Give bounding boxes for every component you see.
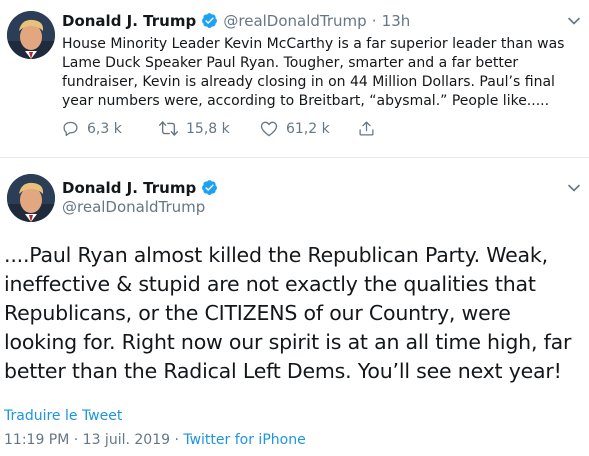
- like-button[interactable]: 61,2 k: [260, 120, 330, 137]
- retweet-button[interactable]: 15,8 k: [159, 120, 230, 137]
- like-count: 61,2 k: [286, 120, 330, 137]
- tweet-text: ....Paul Ryan almost killed the Republic…: [4, 243, 572, 383]
- author-handle[interactable]: @realDonaldTrump: [62, 198, 205, 216]
- share-icon: [359, 121, 374, 136]
- author-name[interactable]: Donald J. Trump: [62, 12, 196, 30]
- divider: [0, 157, 589, 158]
- tweet-time[interactable]: 13h: [382, 12, 411, 30]
- author-handle[interactable]: @realDonaldTrump: [223, 12, 366, 30]
- avatar[interactable]: [7, 11, 55, 59]
- reply-count: 6,3 k: [87, 120, 122, 137]
- chevron-down-icon[interactable]: [567, 14, 581, 28]
- retweet-icon: [159, 121, 178, 136]
- verified-badge-icon: [202, 180, 218, 195]
- tweet-source-link[interactable]: Twitter for iPhone: [183, 432, 305, 448]
- avatar[interactable]: [7, 174, 55, 222]
- chevron-down-icon[interactable]: [567, 181, 581, 195]
- translate-tweet-link[interactable]: Traduire le Tweet: [4, 408, 122, 424]
- reply-icon: [63, 121, 78, 137]
- retweet-count: 15,8 k: [186, 120, 230, 137]
- author-name[interactable]: Donald J. Trump: [62, 179, 196, 197]
- verified-badge-icon: [202, 13, 218, 28]
- separator-dot: ·: [371, 12, 377, 30]
- tweet-text: House Minority Leader Kevin McCarthy is …: [62, 36, 565, 109]
- tweet-timestamp[interactable]: 11:19 PM · 13 juil. 2019 ·: [4, 432, 179, 448]
- reply-button[interactable]: 6,3 k: [62, 120, 122, 137]
- share-button[interactable]: [358, 120, 375, 137]
- like-icon: [260, 121, 278, 137]
